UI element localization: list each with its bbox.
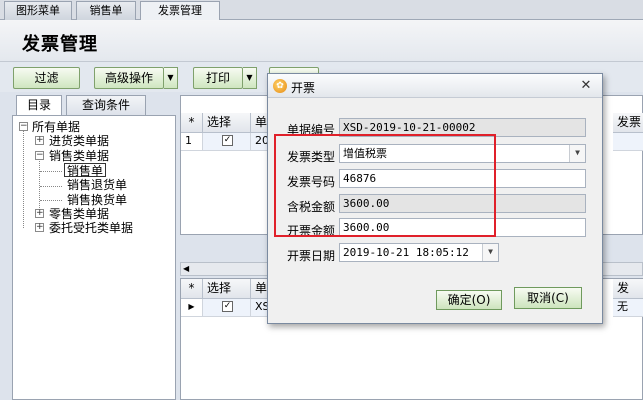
row-index: 1 xyxy=(181,133,203,151)
invoice-no-label: 发票号码 xyxy=(287,175,336,189)
page-title: 发票管理 xyxy=(22,34,98,55)
print-dropdown-chevron-icon[interactable]: ▼ xyxy=(243,67,257,89)
tree-connector xyxy=(40,186,62,187)
invoice-dialog: ✿ 开票 ✕ 单据编号 XSD-2019-10-21-00002 发票类型 增值… xyxy=(267,73,603,324)
row-invoice-cell[interactable] xyxy=(613,133,643,151)
row-select-cell[interactable]: ✓ xyxy=(203,133,251,151)
tree-node-sales-order[interactable]: 销售单 xyxy=(64,163,107,178)
expand-icon[interactable]: + xyxy=(35,223,44,232)
document-tree: − 所有单据 + 进货类单据 − 销售类单据 销售单 销售退货单 销售换货单 +… xyxy=(12,115,176,400)
chevron-down-icon[interactable]: ▼ xyxy=(482,244,498,261)
tree-connector xyxy=(40,200,62,201)
invoice-amount-label: 开票金额 xyxy=(287,224,336,238)
tab-invoice-management[interactable]: 发票管理 xyxy=(140,1,220,21)
tree-node-all-documents[interactable]: 所有单据 xyxy=(32,120,80,134)
invoice-type-select[interactable]: 增值税票 ▼ xyxy=(339,144,586,163)
app-flower-icon: ✿ xyxy=(273,79,287,93)
invoice-type-label: 发票类型 xyxy=(287,150,336,164)
document-tabstrip: 图形菜单 销售单 发票管理 xyxy=(0,0,643,21)
tree-node-purchase[interactable]: 进货类单据 xyxy=(49,134,109,148)
cancel-button[interactable]: 取消(C) xyxy=(514,287,582,309)
collapse-icon[interactable]: − xyxy=(35,151,44,160)
left-panel: 目录 查询条件 − 所有单据 + 进货类单据 − 销售类单据 销售单 销售退货单… xyxy=(12,95,176,400)
grid-header-star: * xyxy=(181,279,203,299)
expand-icon[interactable]: + xyxy=(35,136,44,145)
grid-header-invoice-amount[interactable]: 发票 xyxy=(613,113,643,133)
row-right-cell[interactable]: 无 xyxy=(613,299,643,317)
invoice-amount-field[interactable]: 3600.00 xyxy=(339,218,586,237)
row-pointer-icon: ▶ xyxy=(181,299,203,317)
tab-graphic-menu[interactable]: 图形菜单 xyxy=(4,1,72,20)
tree-node-retail[interactable]: 零售类单据 xyxy=(49,207,109,221)
row-checkbox[interactable]: ✓ xyxy=(222,135,233,146)
tab-query-conditions[interactable]: 查询条件 xyxy=(66,95,146,115)
ok-button[interactable]: 确定(O) xyxy=(436,290,502,310)
tab-sales-order[interactable]: 销售单 xyxy=(76,1,136,20)
close-icon[interactable]: ✕ xyxy=(578,78,594,94)
doc-no-label: 单据编号 xyxy=(287,123,336,137)
row-checkbox[interactable]: ✓ xyxy=(222,301,233,312)
doc-no-field: XSD-2019-10-21-00002 xyxy=(339,118,586,137)
row-select-cell[interactable]: ✓ xyxy=(203,299,251,317)
tree-node-sales-exchange[interactable]: 销售换货单 xyxy=(67,193,127,207)
print-button[interactable]: 打印 xyxy=(193,67,243,89)
expand-icon[interactable]: + xyxy=(35,209,44,218)
grid-header-right[interactable]: 发 xyxy=(613,279,643,299)
dialog-titlebar[interactable]: ✿ 开票 ✕ xyxy=(268,74,602,98)
tab-catalog[interactable]: 目录 xyxy=(16,95,62,116)
grid-header-select[interactable]: 选择 xyxy=(203,279,251,299)
invoice-date-picker[interactable]: 2019-10-21 18:05:12 ▼ xyxy=(339,243,499,262)
grid-header-star: * xyxy=(181,113,203,133)
grid-header-select[interactable]: 选择 xyxy=(203,113,251,133)
collapse-icon[interactable]: − xyxy=(19,122,28,131)
tree-connector xyxy=(40,171,62,172)
advanced-dropdown-chevron-icon[interactable]: ▼ xyxy=(164,67,178,89)
tree-connector xyxy=(23,130,24,228)
tree-node-sales-return[interactable]: 销售退货单 xyxy=(67,178,127,192)
scroll-left-icon[interactable]: ◀ xyxy=(183,264,189,273)
invoice-no-field[interactable]: 46876 xyxy=(339,169,586,188)
tree-node-sales[interactable]: 销售类单据 xyxy=(49,149,109,163)
advanced-operations-button[interactable]: 高级操作 xyxy=(94,67,164,89)
chevron-down-icon[interactable]: ▼ xyxy=(569,145,585,162)
tree-node-consign[interactable]: 委托受托类单据 xyxy=(49,221,133,235)
tax-amount-field: 3600.00 xyxy=(339,194,586,213)
invoice-type-value: 增值税票 xyxy=(343,147,387,160)
tax-amount-label: 含税金额 xyxy=(287,200,336,214)
invoice-date-label: 开票日期 xyxy=(287,249,336,263)
filter-button[interactable]: 过滤 xyxy=(13,67,80,89)
dialog-title: 开票 xyxy=(291,81,316,95)
invoice-date-value: 2019-10-21 18:05:12 xyxy=(343,246,469,259)
